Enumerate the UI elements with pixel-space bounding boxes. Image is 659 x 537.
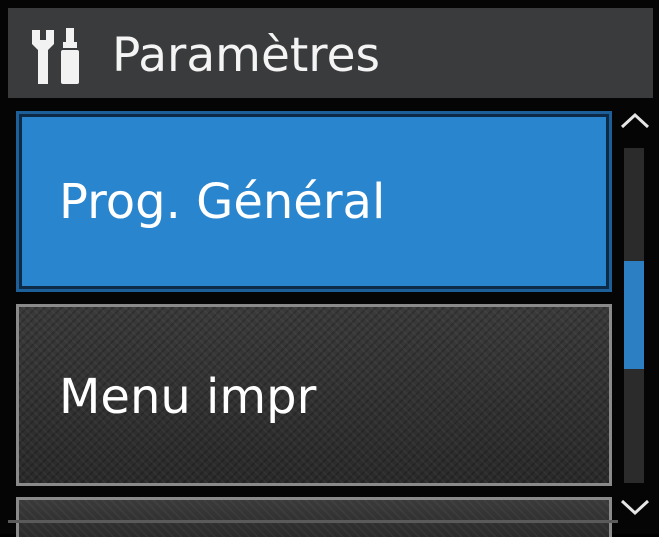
title-bar: Paramètres (8, 8, 653, 98)
scrollbar-thumb[interactable] (624, 261, 644, 369)
menu-item-next[interactable] (16, 497, 612, 537)
settings-tools-icon (26, 26, 88, 86)
menu-item-label: Menu impr (59, 369, 317, 425)
menu-item-general-setup[interactable]: Prog. Général (16, 111, 612, 292)
menu-item-label: Prog. Général (59, 174, 386, 230)
chevron-up-icon[interactable] (619, 110, 651, 132)
page-title: Paramètres (112, 28, 380, 83)
chevron-down-icon[interactable] (619, 496, 651, 518)
divider (8, 520, 618, 523)
scrollbar-track[interactable] (624, 148, 644, 483)
lcd-screen: Paramètres Prog. Général Menu impr (0, 0, 659, 537)
menu-item-print-menu[interactable]: Menu impr (16, 304, 612, 486)
